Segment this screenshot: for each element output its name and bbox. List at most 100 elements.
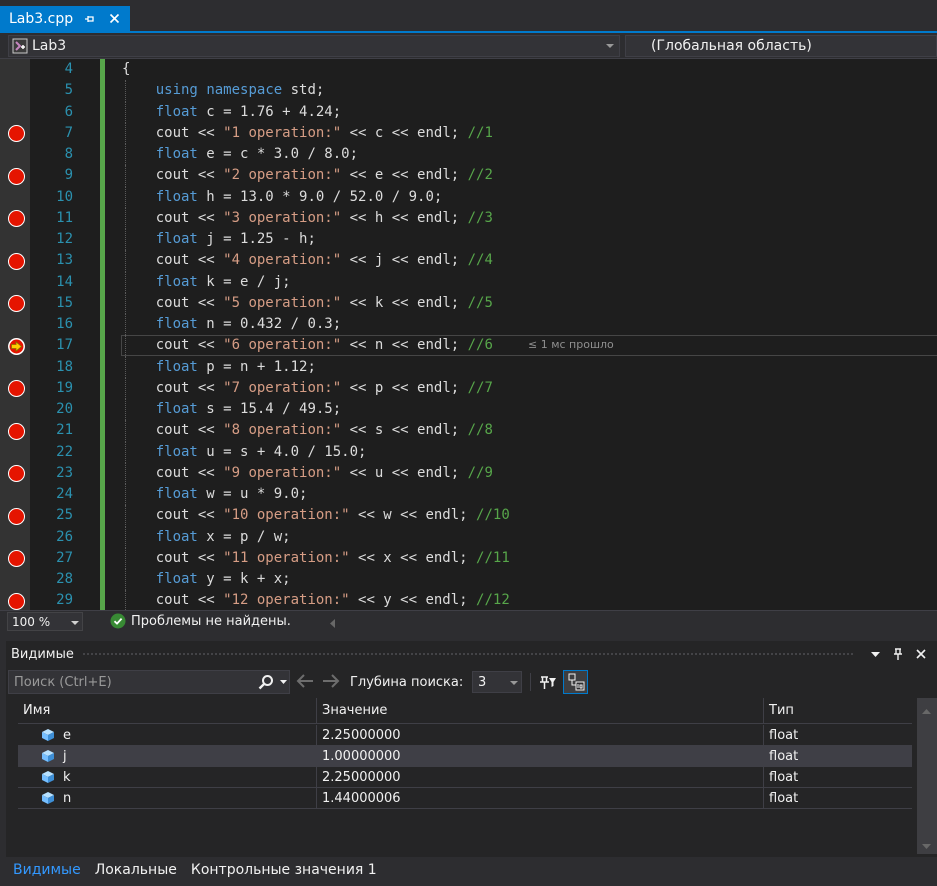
name-cell[interactable]: j — [18, 746, 317, 767]
code-text[interactable]: using namespace std; — [122, 80, 325, 101]
code-line[interactable]: 24 float w = u * 9.0; — [0, 484, 937, 506]
code-line[interactable]: 4{ — [0, 59, 937, 80]
close-icon[interactable] — [106, 11, 122, 27]
code-line[interactable]: 8 float e = c * 3.0 / 8.0; — [0, 144, 937, 166]
tab-watch-1[interactable]: Контрольные значения 1 — [184, 857, 384, 886]
code-text[interactable]: float k = e / j; — [122, 272, 291, 293]
search-depth-dropdown[interactable]: 3 — [472, 671, 522, 693]
breakpoint-icon[interactable] — [8, 252, 25, 270]
code-text[interactable]: cout << "5 operation:" << k << endl; //5 — [122, 293, 493, 314]
chevron-down-icon[interactable] — [277, 680, 289, 684]
issues-indicator[interactable]: Проблемы не найдены. — [110, 613, 291, 629]
value-cell[interactable]: 2.25000000 — [317, 767, 764, 788]
code-line[interactable]: 19 cout << "7 operation:" << p << endl; … — [0, 377, 937, 399]
code-text[interactable]: float h = 13.0 * 9.0 / 52.0 / 9.0; — [122, 187, 443, 208]
scroll-up-icon[interactable] — [922, 703, 931, 718]
code-text[interactable]: cout << "12 operation:" << y << endl; //… — [122, 590, 510, 610]
name-cell[interactable]: e — [18, 725, 317, 746]
code-text[interactable]: cout << "9 operation:" << u << endl; //9 — [122, 463, 493, 484]
forward-arrow-icon[interactable] — [322, 673, 340, 693]
code-line[interactable]: 18 float p = n + 1.12; — [0, 356, 937, 378]
code-line[interactable]: 21 cout << "8 operation:" << s << endl; … — [0, 420, 937, 442]
breakpoint-icon[interactable] — [8, 507, 25, 525]
breakpoint-icon[interactable] — [8, 167, 25, 185]
tab-locals[interactable]: Локальные — [88, 857, 184, 886]
name-cell[interactable]: n — [18, 788, 317, 809]
code-line[interactable]: 9 cout << "2 operation:" << e << endl; /… — [0, 165, 937, 187]
breakpoint-icon[interactable] — [8, 422, 25, 440]
column-header-type[interactable]: Тип — [764, 698, 912, 724]
table-row[interactable]: e 2.25000000 float — [18, 725, 912, 746]
value-cell[interactable]: 1.44000006 — [317, 788, 764, 809]
name-cell[interactable]: k — [18, 767, 317, 788]
code-editor[interactable]: 4{5 using namespace std; 6 float c = 1.76… — [0, 59, 937, 610]
search-box[interactable] — [8, 670, 290, 694]
code-text[interactable]: cout << "7 operation:" << p << endl; //7 — [122, 378, 493, 399]
tab-autos[interactable]: Видимые — [6, 857, 88, 886]
scroll-down-icon[interactable] — [922, 838, 931, 853]
code-line[interactable]: 20 float s = 15.4 / 49.5; — [0, 399, 937, 421]
code-line[interactable]: 16 float n = 0.432 / 0.3; — [0, 314, 937, 336]
breakpoint-icon[interactable] — [8, 592, 25, 610]
code-text[interactable]: float c = 1.76 + 4.24; — [122, 102, 341, 123]
code-text[interactable]: float y = k + x; — [122, 569, 291, 590]
window-menu-icon[interactable] — [865, 644, 885, 664]
code-text[interactable]: cout << "6 operation:" << n << endl; //6 — [122, 335, 493, 356]
code-line[interactable]: 17 cout << "6 operation:" << n << endl; … — [0, 335, 937, 357]
zoom-dropdown[interactable]: 100 % — [7, 612, 83, 631]
search-input[interactable] — [9, 671, 255, 693]
close-icon[interactable] — [911, 644, 931, 664]
code-line[interactable]: 23 cout << "9 operation:" << u << endl; … — [0, 462, 937, 484]
code-text[interactable]: float p = n + 1.12; — [122, 357, 316, 378]
code-line[interactable]: 10 float h = 13.0 * 9.0 / 52.0 / 9.0; — [0, 186, 937, 208]
code-line[interactable]: 13 cout << "4 operation:" << j << endl; … — [0, 250, 937, 272]
code-text[interactable]: cout << "4 operation:" << j << endl; //4 — [122, 250, 493, 271]
code-text[interactable]: float x = p / w; — [122, 527, 291, 548]
table-row[interactable]: k 2.25000000 float — [18, 767, 912, 788]
code-line[interactable]: 26 float x = p / w; — [0, 526, 937, 548]
code-text[interactable]: float u = s + 4.0 / 15.0; — [122, 442, 367, 463]
code-text[interactable]: cout << "11 operation:" << x << endl; //… — [122, 548, 510, 569]
hexadecimal-toggle-button[interactable] — [563, 670, 588, 694]
code-text[interactable]: cout << "8 operation:" << s << endl; //8 — [122, 420, 493, 441]
code-text[interactable]: cout << "2 operation:" << e << endl; //2 — [122, 165, 493, 186]
perf-tip[interactable]: ≤ 1 мс прошло — [528, 338, 614, 351]
code-text[interactable]: { — [122, 59, 130, 80]
code-line[interactable]: 27 cout << "11 operation:" << x << endl;… — [0, 547, 937, 569]
code-line[interactable]: 14 float k = e / j; — [0, 271, 937, 293]
table-row[interactable]: j 1.00000000 float — [18, 746, 912, 767]
code-line[interactable]: 12 float j = 1.25 - h; — [0, 229, 937, 251]
search-icon[interactable] — [255, 671, 277, 693]
code-line[interactable]: 5 using namespace std; — [0, 80, 937, 102]
instruction-pointer-icon[interactable] — [8, 337, 25, 355]
code-line[interactable]: 29 cout << "12 operation:" << y << endl;… — [0, 590, 937, 610]
code-text[interactable]: float w = u * 9.0; — [122, 484, 308, 505]
code-text[interactable]: float j = 1.25 - h; — [122, 229, 316, 250]
code-line[interactable]: 15 cout << "5 operation:" << k << endl; … — [0, 292, 937, 314]
column-header-value[interactable]: Значение — [317, 698, 764, 724]
scroll-left-icon[interactable] — [330, 617, 336, 632]
code-line[interactable]: 28 float y = k + x; — [0, 569, 937, 591]
vertical-scrollbar[interactable] — [917, 698, 937, 854]
code-line[interactable]: 25 cout << "10 operation:" << w << endl;… — [0, 505, 937, 527]
pin-icon[interactable] — [888, 644, 908, 664]
breakpoint-icon[interactable] — [8, 380, 25, 398]
breakpoint-icon[interactable] — [8, 295, 25, 313]
back-arrow-icon[interactable] — [296, 673, 314, 693]
code-line[interactable]: 7 cout << "1 operation:" << c << endl; /… — [0, 122, 937, 144]
table-row[interactable]: n 1.44000006 float — [18, 788, 912, 809]
document-tab-lab3[interactable]: Lab3.cpp — [0, 6, 130, 31]
value-cell[interactable]: 1.00000000 — [317, 746, 764, 767]
breakpoint-icon[interactable] — [8, 465, 25, 483]
code-text[interactable]: cout << "10 operation:" << w << endl; //… — [122, 505, 510, 526]
code-line[interactable]: 11 cout << "3 operation:" << h << endl; … — [0, 207, 937, 229]
column-header-name[interactable]: Имя — [18, 698, 317, 724]
code-line[interactable]: 22 float u = s + 4.0 / 15.0; — [0, 441, 937, 463]
breakpoint-icon[interactable] — [8, 550, 25, 568]
pin-icon[interactable] — [82, 11, 98, 27]
value-cell[interactable]: 2.25000000 — [317, 725, 764, 746]
code-line[interactable]: 6 float c = 1.76 + 4.24; — [0, 101, 937, 123]
global-scope-dropdown[interactable]: (Глобальная область) — [625, 35, 937, 57]
code-text[interactable]: float s = 15.4 / 49.5; — [122, 399, 341, 420]
project-scope-dropdown[interactable]: Lab3 — [8, 35, 620, 57]
